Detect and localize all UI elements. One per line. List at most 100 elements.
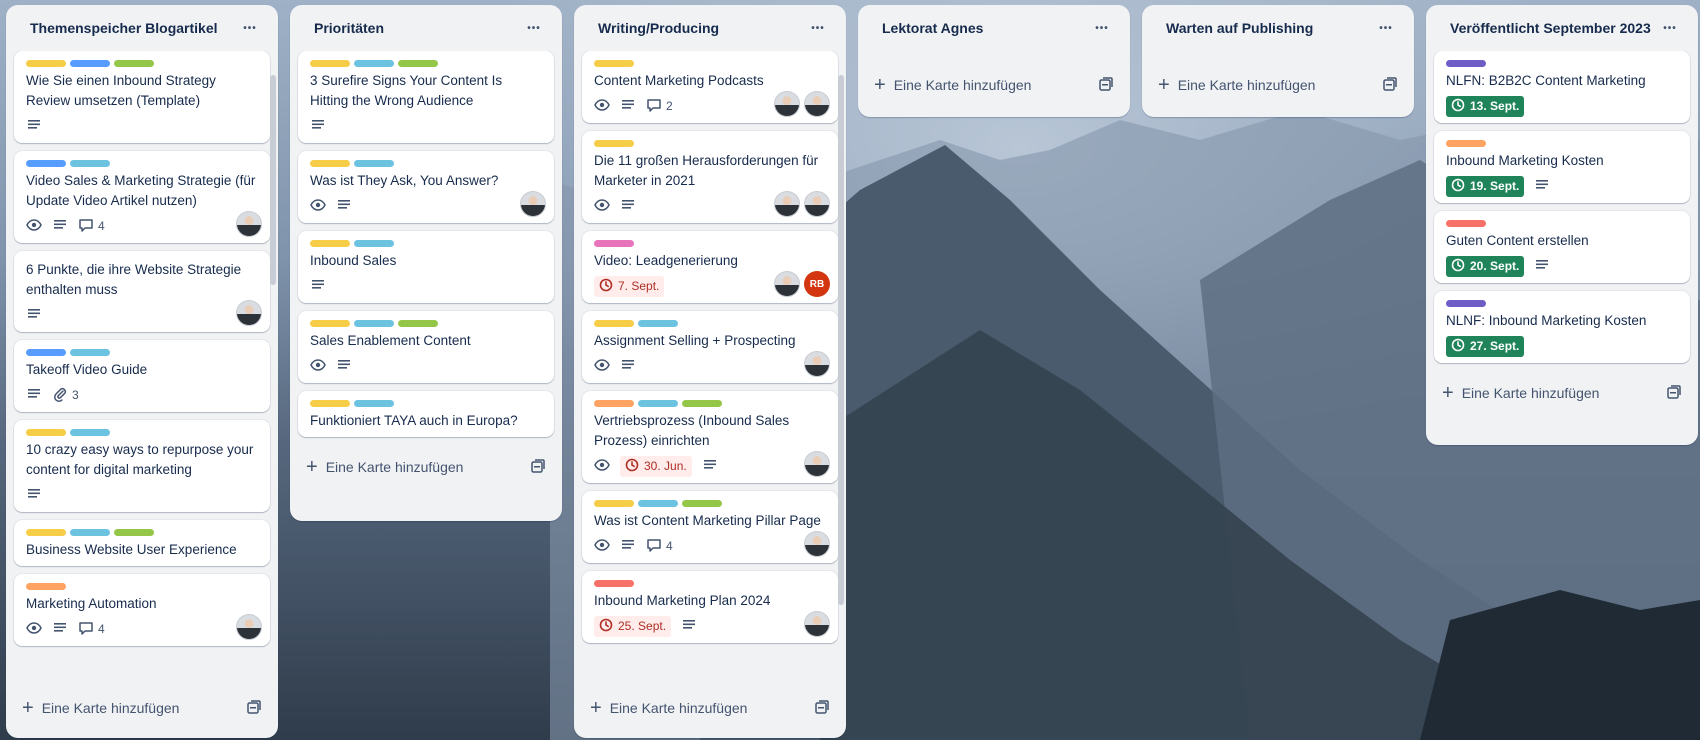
label-green[interactable] — [398, 60, 438, 67]
avatar[interactable] — [804, 351, 830, 377]
label-sky[interactable] — [70, 429, 110, 436]
label-sky[interactable] — [638, 320, 678, 327]
card[interactable]: Inbound Sales — [298, 231, 554, 303]
card[interactable]: NLNF: Inbound Marketing Kosten 27. Sept. — [1434, 291, 1690, 363]
list-menu-icon[interactable]: ••• — [1090, 16, 1114, 40]
list-header[interactable]: Veröffentlicht September 2023 ••• — [1426, 5, 1698, 51]
label-sky[interactable] — [354, 400, 394, 407]
label-sky[interactable] — [354, 60, 394, 67]
create-from-template-icon[interactable] — [530, 458, 546, 477]
label-sky[interactable] — [638, 500, 678, 507]
card[interactable]: Video: Leadgenerierung 7. Sept. RB — [582, 231, 838, 303]
card[interactable]: Inbound Marketing Plan 2024 25. Sept. — [582, 571, 838, 643]
avatar[interactable] — [236, 300, 262, 326]
avatar[interactable] — [774, 91, 800, 117]
add-card-button[interactable]: + Eine Karte hinzufügen — [1442, 383, 1599, 403]
card[interactable]: Vertriebsprozess (Inbound Sales Prozess)… — [582, 391, 838, 483]
create-from-template-icon[interactable] — [814, 699, 830, 718]
list-header[interactable]: Themenspeicher Blogartikel ••• — [6, 5, 278, 51]
label-yellow[interactable] — [310, 240, 350, 247]
label-orange[interactable] — [594, 400, 634, 407]
label-yellow[interactable] — [26, 60, 66, 67]
label-purple[interactable] — [1446, 300, 1486, 307]
label-yellow[interactable] — [594, 140, 634, 147]
due-date-badge[interactable]: 7. Sept. — [594, 275, 665, 297]
due-date-badge[interactable]: 30. Jun. — [620, 455, 692, 477]
due-date-badge[interactable]: 13. Sept. — [1446, 95, 1525, 117]
card[interactable]: 10 crazy easy ways to repurpose your con… — [14, 420, 270, 512]
label-yellow[interactable] — [594, 500, 634, 507]
list-menu-icon[interactable]: ••• — [522, 16, 546, 40]
label-yellow[interactable] — [26, 429, 66, 436]
label-sky[interactable] — [354, 320, 394, 327]
due-date-badge[interactable]: 25. Sept. — [594, 615, 672, 637]
create-from-template-icon[interactable] — [1382, 76, 1398, 95]
label-green[interactable] — [114, 529, 154, 536]
create-from-template-icon[interactable] — [1666, 384, 1682, 403]
create-from-template-icon[interactable] — [1098, 76, 1114, 95]
add-card-button[interactable]: + Eine Karte hinzufügen — [590, 698, 747, 718]
card[interactable]: Marketing Automation 4 — [14, 574, 270, 646]
label-yellow[interactable] — [310, 320, 350, 327]
label-sky[interactable] — [638, 400, 678, 407]
label-sky[interactable] — [354, 240, 394, 247]
due-date-badge[interactable]: 19. Sept. — [1446, 175, 1525, 197]
label-sky[interactable] — [70, 349, 110, 356]
label-red[interactable] — [1446, 220, 1486, 227]
avatar[interactable] — [804, 191, 830, 217]
avatar[interactable] — [774, 191, 800, 217]
card[interactable]: Assignment Selling + Prospecting — [582, 311, 838, 383]
list-title[interactable]: Prioritäten — [314, 20, 384, 36]
create-from-template-icon[interactable] — [246, 699, 262, 718]
due-date-badge[interactable]: 27. Sept. — [1446, 335, 1525, 357]
avatar[interactable] — [804, 91, 830, 117]
label-green[interactable] — [114, 60, 154, 67]
avatar-initials[interactable]: RB — [804, 271, 830, 297]
avatar[interactable] — [236, 211, 262, 237]
list-header[interactable]: Writing/Producing ••• — [574, 5, 846, 51]
card[interactable]: Sales Enablement Content — [298, 311, 554, 383]
list-title[interactable]: Warten auf Publishing — [1166, 20, 1313, 36]
card[interactable]: Was ist Content Marketing Pillar Page 4 — [582, 491, 838, 563]
label-blue[interactable] — [26, 160, 66, 167]
list-header[interactable]: Lektorat Agnes ••• — [858, 5, 1130, 51]
list-title[interactable]: Themenspeicher Blogartikel — [30, 20, 218, 36]
add-card-button[interactable]: + Eine Karte hinzufügen — [1158, 75, 1315, 95]
card[interactable]: Inbound Marketing Kosten 19. Sept. — [1434, 131, 1690, 203]
add-card-button[interactable]: + Eine Karte hinzufügen — [306, 457, 463, 477]
label-blue[interactable] — [70, 60, 110, 67]
card[interactable]: NLFN: B2B2C Content Marketing 13. Sept. — [1434, 51, 1690, 123]
label-green[interactable] — [682, 500, 722, 507]
list-title[interactable]: Lektorat Agnes — [882, 20, 983, 36]
card[interactable]: Takeoff Video Guide 3 — [14, 340, 270, 412]
due-date-badge[interactable]: 20. Sept. — [1446, 255, 1525, 277]
label-yellow[interactable] — [594, 320, 634, 327]
list-title[interactable]: Writing/Producing — [598, 20, 719, 36]
scrollbar[interactable] — [270, 75, 276, 285]
card[interactable]: Video Sales & Marketing Strategie (für U… — [14, 151, 270, 243]
label-yellow[interactable] — [26, 529, 66, 536]
card[interactable]: Guten Content erstellen 20. Sept. — [1434, 211, 1690, 283]
label-green[interactable] — [682, 400, 722, 407]
label-purple[interactable] — [1446, 60, 1486, 67]
label-yellow[interactable] — [310, 160, 350, 167]
avatar[interactable] — [804, 531, 830, 557]
scrollbar[interactable] — [838, 75, 844, 605]
label-yellow[interactable] — [594, 60, 634, 67]
avatar[interactable] — [804, 611, 830, 637]
label-yellow[interactable] — [310, 60, 350, 67]
list-menu-icon[interactable]: ••• — [1658, 16, 1682, 40]
card[interactable]: Content Marketing Podcasts 2 — [582, 51, 838, 123]
list-header[interactable]: Warten auf Publishing ••• — [1142, 5, 1414, 51]
list-menu-icon[interactable]: ••• — [238, 16, 262, 40]
card[interactable]: Die 11 großen Herausforderungen für Mark… — [582, 131, 838, 223]
label-sky[interactable] — [70, 529, 110, 536]
label-sky[interactable] — [354, 160, 394, 167]
label-red[interactable] — [594, 580, 634, 587]
label-pink[interactable] — [594, 240, 634, 247]
card[interactable]: Was ist They Ask, You Answer? — [298, 151, 554, 223]
card[interactable]: 6 Punkte, die ihre Website Strategie ent… — [14, 251, 270, 332]
label-blue[interactable] — [26, 349, 66, 356]
add-card-button[interactable]: + Eine Karte hinzufügen — [22, 698, 179, 718]
card[interactable]: Wie Sie einen Inbound Strategy Review um… — [14, 51, 270, 143]
